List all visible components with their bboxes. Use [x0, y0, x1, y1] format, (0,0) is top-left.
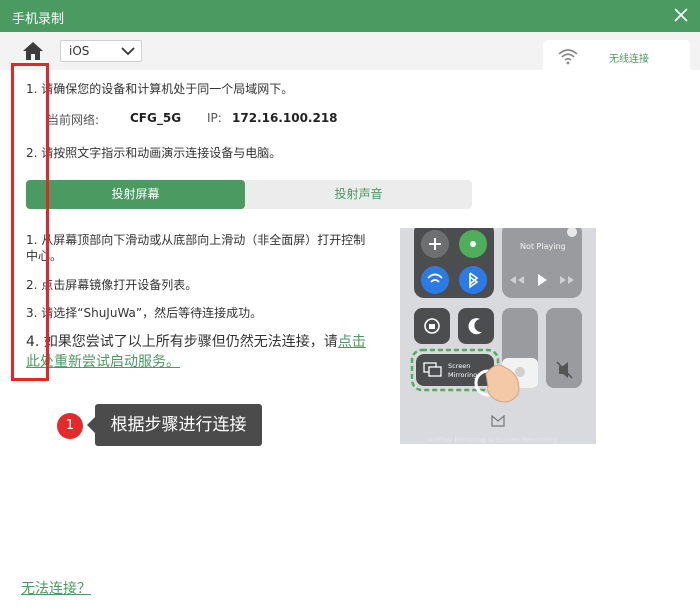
- instruction-follow-steps: 2. 请按照文字指示和动画演示连接设备与电脑。: [26, 146, 282, 160]
- step-number-badge: 1: [57, 413, 83, 439]
- home-icon[interactable]: [22, 40, 44, 62]
- step-2: 2. 点击屏幕镜像打开设备列表。: [26, 278, 198, 292]
- tab-cast-screen[interactable]: 投射屏幕: [26, 180, 245, 209]
- mirroring-label: Mirroring: [448, 371, 477, 379]
- now-playing-label: Not Playing: [520, 242, 566, 251]
- chevron-down-icon: [121, 47, 135, 56]
- platform-select[interactable]: iOS: [60, 40, 142, 62]
- guide-tooltip: 根据步骤进行连接: [87, 404, 262, 446]
- phone-bottom-caption: AirPlay Mirroring & Screen Recording: [428, 436, 557, 444]
- screen-label: Screen: [448, 362, 470, 370]
- control-center-graphic: Not Playing Screen Mirroring AirPlay Mir…: [410, 228, 582, 444]
- wifi-icon: [558, 49, 578, 65]
- platform-select-value: iOS: [69, 44, 90, 58]
- step-4: 4. 如果您尝试了以上所有步骤但仍然无法连接，请点击此处重新尝试启动服务。: [26, 332, 371, 372]
- network-name: CFG_5G: [130, 111, 182, 125]
- window-title: 手机录制: [12, 12, 65, 27]
- step-4-text: 4. 如果您尝试了以上所有步骤但仍然无法连接，请: [26, 334, 338, 350]
- step-3: 3. 请选择“ShuJuWa”，然后等待连接成功。: [26, 306, 263, 320]
- title-bar: 手机录制: [0, 0, 700, 32]
- highlight-box: [11, 63, 49, 381]
- tab-wireless-connection[interactable]: 无线连接: [543, 40, 690, 72]
- cannot-connect-link[interactable]: 无法连接？: [21, 578, 91, 598]
- control-center-illustration: Not Playing Screen Mirroring AirPlay Mir…: [400, 228, 596, 444]
- ip-value: 172.16.100.218: [232, 111, 338, 125]
- cast-mode-tabs: 投射屏幕 投射声音: [26, 180, 472, 209]
- network-label: 当前网络:: [47, 113, 100, 127]
- instruction-same-lan: 1. 请确保您的设备和计算机处于同一个局域网下。: [26, 82, 294, 96]
- step-1: 1. 从屏幕顶部向下滑动或从底部向上滑动（非全面屏）打开控制中心。: [26, 233, 366, 263]
- wireless-tab-label: 无线连接: [609, 54, 649, 65]
- tab-cast-audio[interactable]: 投射声音: [245, 180, 472, 209]
- ip-label: IP:: [207, 111, 222, 125]
- close-icon[interactable]: [672, 6, 690, 24]
